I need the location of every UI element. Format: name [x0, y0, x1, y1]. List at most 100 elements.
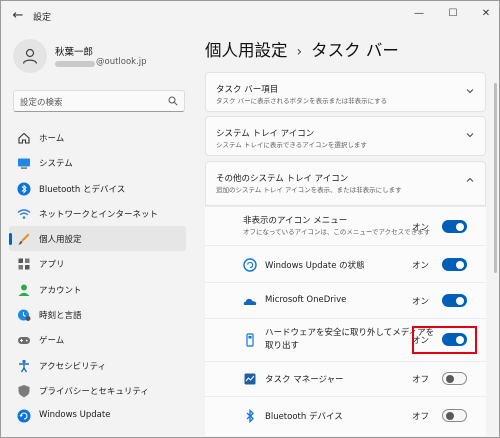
- system-tray-section[interactable]: システム トレイ アイコン システム トレイに表示できるアイコンを選択します: [205, 116, 486, 156]
- sidebar-item-privacy[interactable]: プライバシーとセキュリティ: [9, 378, 186, 403]
- sidebar-item-home[interactable]: ホーム: [9, 125, 186, 150]
- sidebar-item-label: 時刻と言語: [39, 311, 82, 322]
- sidebar-item-system[interactable]: システム: [9, 150, 186, 175]
- search-icon: [168, 96, 178, 106]
- onedrive-row: Microsoft OneDrive オン: [205, 282, 486, 318]
- row-label: タスク マネージャー: [265, 375, 344, 385]
- account-icon: [18, 284, 30, 296]
- highlight-frame: [412, 326, 477, 354]
- toggle-state-label: オフ: [412, 412, 430, 422]
- sidebar-item-label: アプリ: [39, 260, 65, 271]
- sidebar-item-label: システム: [39, 159, 73, 170]
- sidebar-item-label: 個人用設定: [39, 235, 82, 246]
- taskbar-items-section[interactable]: タスク バー項目 タスク バーに表示されるボタンを表示または非表示にする: [205, 72, 486, 112]
- sidebar-item-label: ホーム: [39, 134, 65, 144]
- chevron-down-icon: [466, 89, 474, 94]
- app-title: 設定: [33, 13, 52, 23]
- search-input[interactable]: 設定の検索: [13, 90, 185, 112]
- sidebar-item-label: アクセシビリティ: [39, 361, 107, 372]
- row-label: 非表示のアイコン メニュー: [243, 216, 348, 226]
- sidebar-nav: ホーム システム Bluetooth とデバイス ネットワークとインターネット …: [9, 125, 186, 429]
- section-title: システム トレイ アイコン: [216, 129, 315, 139]
- breadcrumb-parent[interactable]: 個人用設定: [205, 41, 288, 60]
- onedrive-icon: [243, 298, 257, 305]
- selection-indicator: [9, 233, 12, 246]
- breadcrumb: 個人用設定 › タスク バー: [205, 37, 399, 61]
- task-manager-icon: [244, 373, 256, 385]
- section-subtitle: 追加のシステム トレイ アイコンを表示、または非表示にします: [216, 186, 402, 194]
- hidden-icon-menu-toggle[interactable]: [442, 220, 467, 233]
- row-label: Bluetooth デバイス: [265, 412, 343, 422]
- maximize-button[interactable]: ☐: [442, 5, 464, 23]
- sidebar-item-label: プライバシーとセキュリティ: [39, 386, 149, 397]
- onedrive-toggle[interactable]: [442, 294, 467, 307]
- system-icon: [18, 158, 30, 169]
- scrollbar[interactable]: [494, 83, 497, 273]
- toggle-state-label: オフ: [412, 375, 430, 385]
- main-content: 個人用設定 › タスク バー タスク バー項目 タスク バーに表示されるボタンを表示…: [197, 31, 499, 437]
- toggle-knob: [456, 222, 464, 231]
- sidebar-item-personalization[interactable]: 個人用設定: [9, 226, 186, 252]
- sidebar-item-accounts[interactable]: アカウント: [9, 277, 186, 302]
- sidebar-item-time-language[interactable]: 時刻と言語: [9, 302, 186, 327]
- row-label: ハードウェアを安全に取り外してメディアを: [265, 328, 435, 338]
- sidebar-item-windows-update[interactable]: Windows Update: [9, 403, 186, 428]
- sidebar-item-apps[interactable]: アプリ: [9, 251, 186, 276]
- section-subtitle: タスク バーに表示されるボタンを表示または非表示にする: [216, 97, 388, 105]
- page-title: タスク バー: [311, 41, 399, 60]
- other-tray-section[interactable]: その他のシステム トレイ アイコン 追加のシステム トレイ アイコンを表示、また…: [205, 161, 486, 206]
- toggle-knob: [446, 375, 454, 383]
- breadcrumb-separator: ›: [296, 44, 303, 60]
- title-bar: ← 設定 — ☐ ✕: [1, 1, 499, 31]
- section-title: タスク バー項目: [216, 85, 279, 95]
- sidebar-item-network[interactable]: ネットワークとインターネット: [9, 201, 186, 226]
- toggle-state-label: オン: [412, 261, 430, 271]
- bluetooth-devices-toggle[interactable]: [442, 409, 467, 422]
- section-title: その他のシステム トレイ アイコン: [216, 174, 349, 184]
- row-label: Microsoft OneDrive: [265, 295, 347, 305]
- windows-update-status-toggle[interactable]: [442, 258, 467, 271]
- minimize-button[interactable]: —: [408, 5, 430, 23]
- sidebar-item-accessibility[interactable]: アクセシビリティ: [9, 353, 186, 378]
- sidebar: 秋葉一郎 @outlook.jp 設定の検索 ホーム システム Bluetoot…: [1, 31, 196, 437]
- toggle-state-label: オン: [412, 297, 430, 307]
- sidebar-item-bluetooth[interactable]: Bluetooth とデバイス: [9, 176, 186, 201]
- accessibility-icon: [19, 359, 29, 373]
- sidebar-item-label: Windows Update: [39, 410, 111, 421]
- person-icon: [22, 48, 38, 64]
- settings-window: ← 設定 — ☐ ✕ 秋葉一郎 @outlook.jp 設定の検索 ホーム シス…: [0, 0, 500, 438]
- gamepad-icon: [18, 337, 30, 345]
- sidebar-item-label: ゲーム: [39, 336, 65, 347]
- email-redacted: [55, 61, 95, 67]
- task-manager-toggle[interactable]: [442, 372, 467, 385]
- safely-remove-hardware-row: ハードウェアを安全に取り外してメディアを 取り出す オン: [205, 318, 486, 361]
- time-language-icon: [18, 309, 31, 322]
- sidebar-item-label: Bluetooth とデバイス: [39, 184, 126, 195]
- avatar[interactable]: [13, 39, 47, 73]
- bluetooth-device-icon: [246, 409, 254, 423]
- row-label-line-2: 取り出す: [265, 341, 300, 351]
- toggle-state-label: オン: [412, 223, 430, 233]
- brush-icon: [18, 233, 30, 245]
- chevron-up-icon: [466, 177, 474, 182]
- sidebar-item-gaming[interactable]: ゲーム: [9, 327, 186, 352]
- user-name: 秋葉一郎: [55, 47, 94, 58]
- section-subtitle: システム トレイに表示できるアイコンを選択します: [216, 141, 367, 149]
- windows-update-status-row: Windows Update の状態 オン: [205, 245, 486, 282]
- wifi-icon: [17, 209, 31, 219]
- toggle-knob: [446, 412, 454, 420]
- toggle-knob: [456, 260, 464, 269]
- search-placeholder: 設定の検索: [20, 98, 63, 108]
- bluetooth-icon: [17, 182, 31, 196]
- row-label: Windows Update の状態: [265, 261, 365, 271]
- usb-drive-icon: [246, 333, 254, 347]
- home-icon: [18, 132, 30, 144]
- sidebar-item-label: アカウント: [39, 285, 82, 296]
- back-button[interactable]: ←: [9, 8, 27, 24]
- windows-update-icon: [243, 258, 257, 272]
- close-button[interactable]: ✕: [475, 5, 497, 23]
- hidden-icon-menu-row: 非表示のアイコン メニュー オフになっているアイコンは、このメニューでアクセスで…: [205, 206, 486, 245]
- bluetooth-devices-row: Bluetooth デバイス オフ: [205, 396, 486, 436]
- user-email: @outlook.jp: [96, 57, 147, 67]
- chevron-down-icon: [466, 133, 474, 138]
